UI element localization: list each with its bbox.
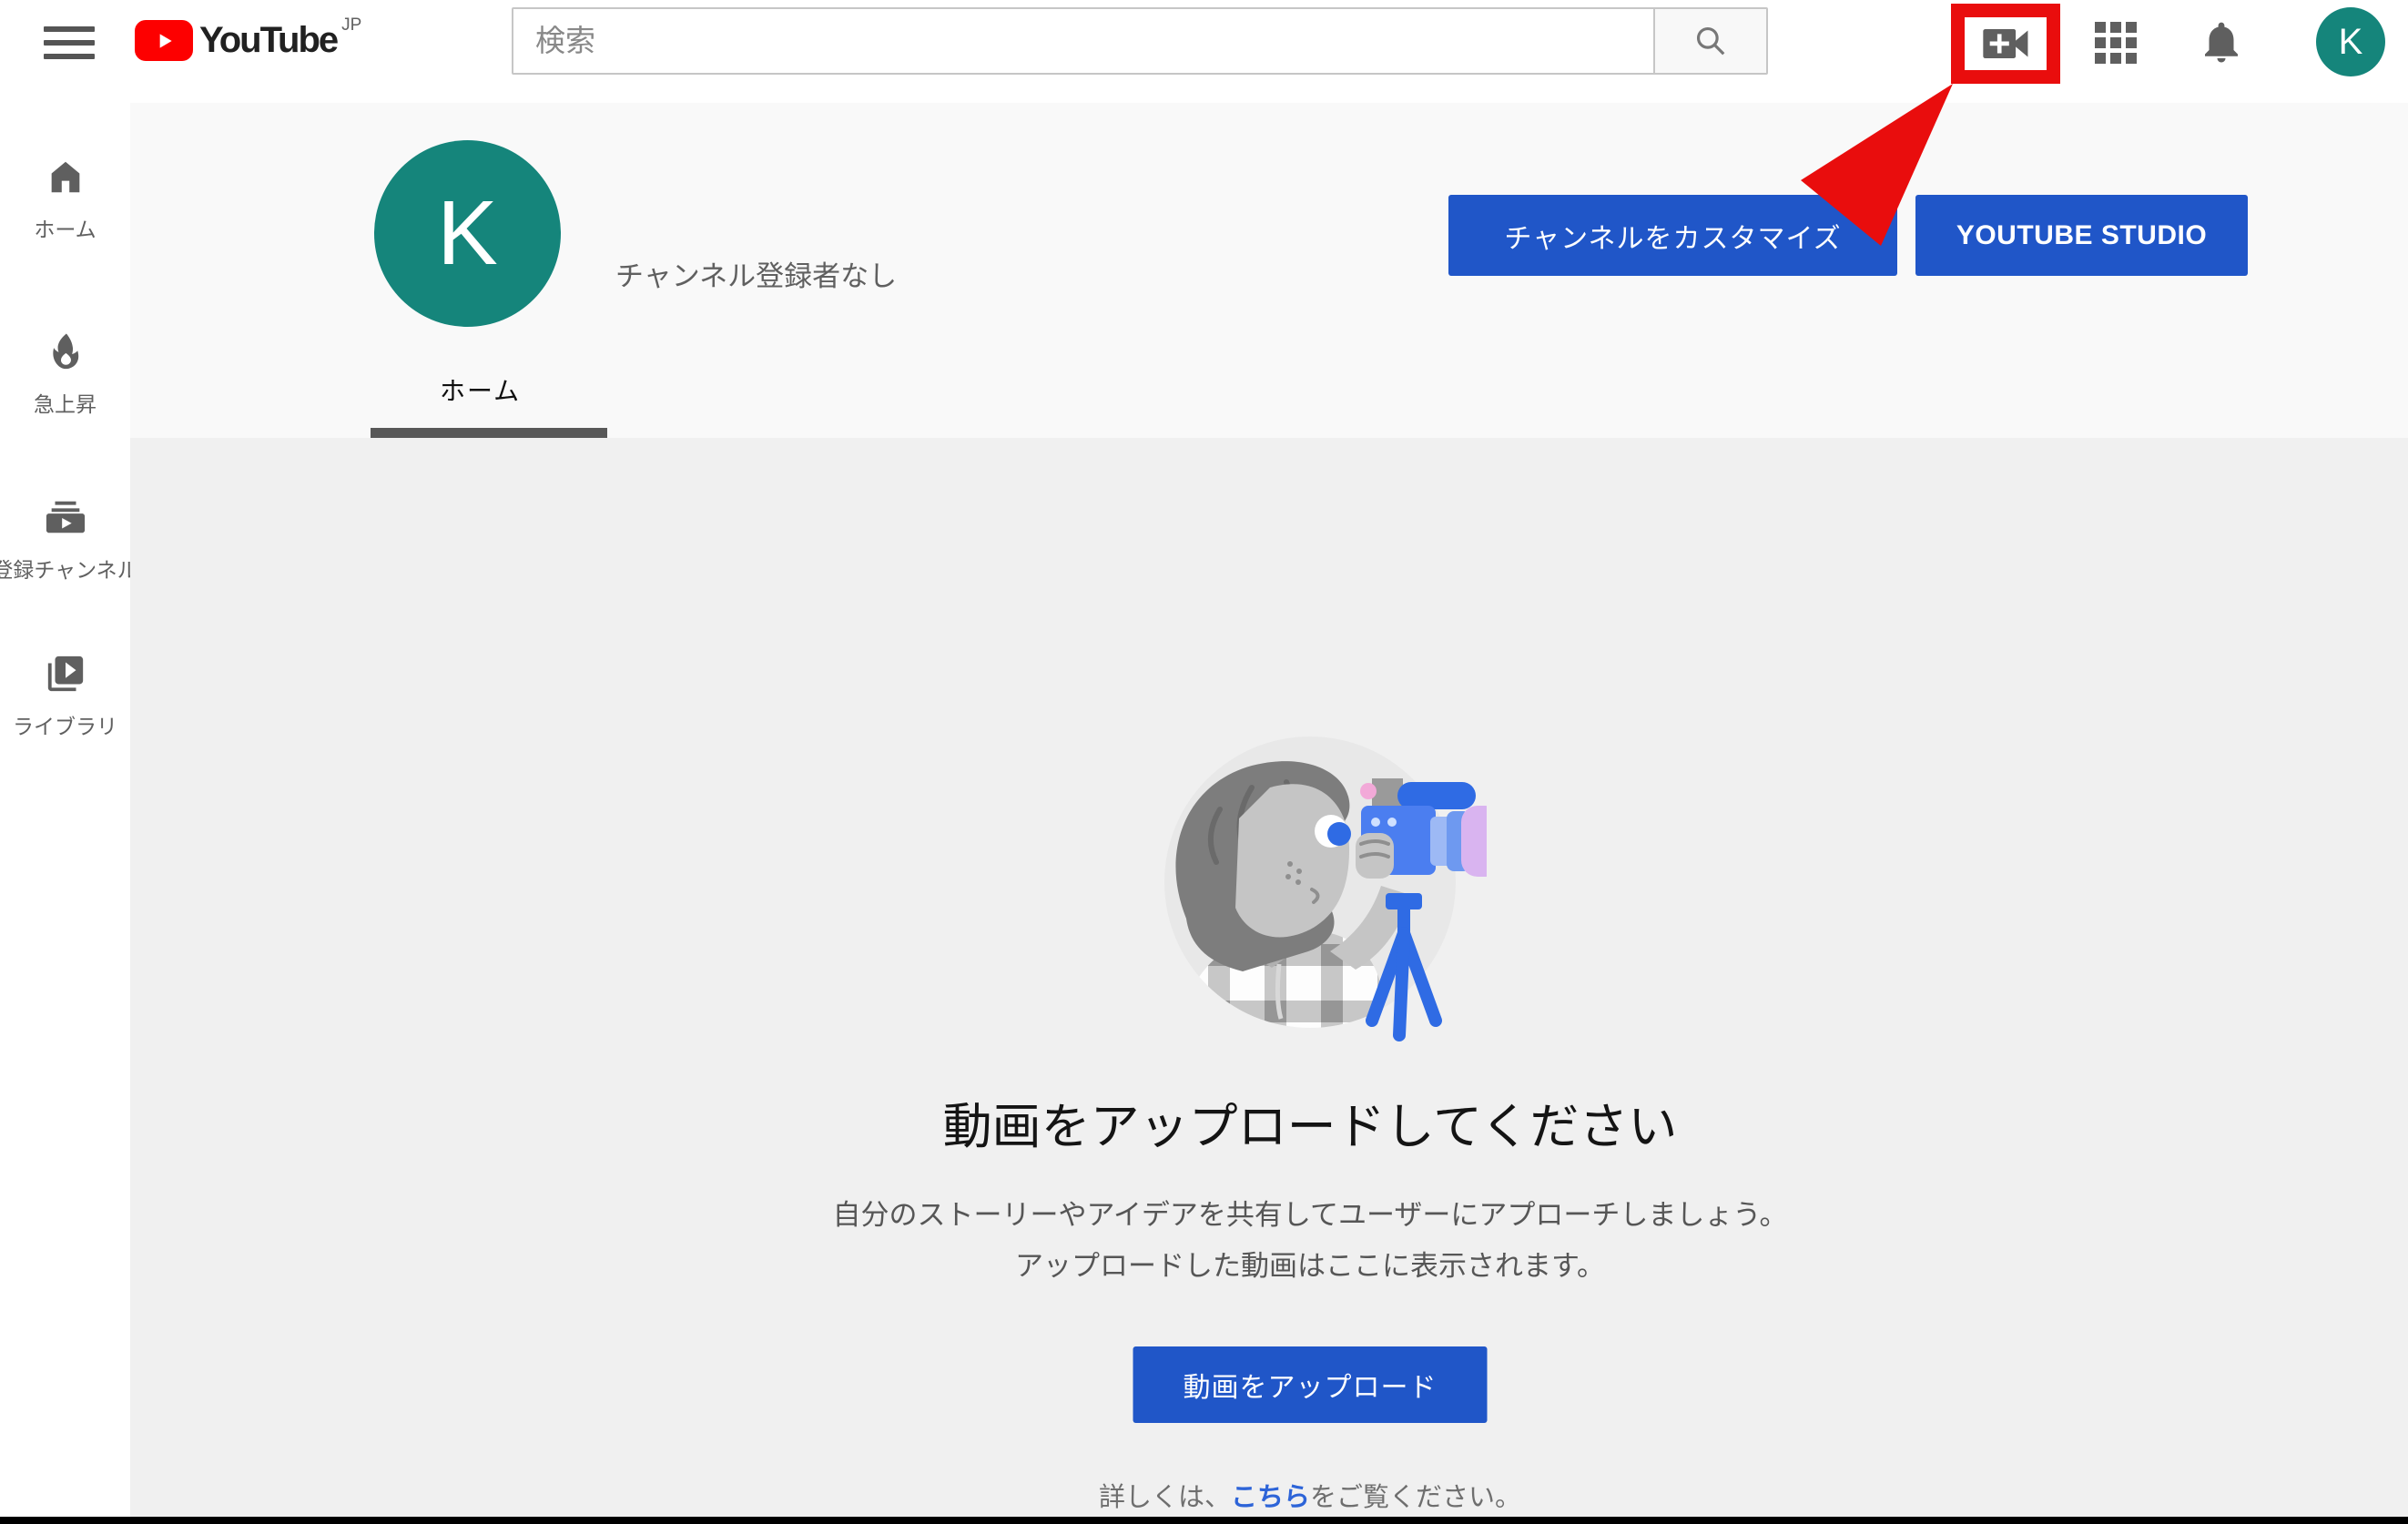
apps-grid-button[interactable] <box>2095 22 2137 64</box>
hamburger-icon <box>44 26 95 32</box>
sidebar-item-trending[interactable]: 急上昇 <box>0 330 130 418</box>
upload-video-button[interactable] <box>1980 25 2031 62</box>
subscriber-status: チャンネル登録者なし <box>615 253 897 294</box>
tab-home[interactable]: ホーム <box>440 371 521 408</box>
annotation-red-box <box>1951 4 2060 84</box>
search-bar <box>512 7 1768 75</box>
youtube-logo-text: YouTube <box>199 18 337 62</box>
bottom-black-bar <box>0 1517 2408 1524</box>
menu-button[interactable] <box>44 26 95 59</box>
youtube-channel-page: YouTube JP <box>0 0 2408 1524</box>
help-text-prefix: 詳しくは、 <box>1099 1483 1231 1512</box>
trending-flame-icon <box>45 330 86 372</box>
apps-grid-icon <box>2095 22 2106 33</box>
sidebar: ホーム 急上昇 登録チャンネル ライブラリ <box>0 103 130 1517</box>
active-tab-indicator <box>371 428 607 438</box>
channel-content: 動画をアップロードしてください 自分のストーリーやアイデアを共有してユーザーにア… <box>130 438 2408 1517</box>
empty-state-description-line1: 自分のストーリーやアイデアを共有してユーザーにアプローチしましょう。 <box>832 1192 1787 1233</box>
account-avatar[interactable]: K <box>2316 7 2385 76</box>
upload-video-cta-button[interactable]: 動画をアップロード <box>1133 1346 1488 1423</box>
logo-region-label: JP <box>341 16 361 34</box>
youtube-play-icon <box>135 20 193 61</box>
help-link[interactable]: こちら <box>1231 1483 1310 1512</box>
sidebar-item-subscriptions[interactable]: 登録チャンネル <box>0 496 130 584</box>
bell-icon <box>2197 15 2246 68</box>
customize-channel-button[interactable]: チャンネルをカスタマイズ <box>1448 195 1897 276</box>
help-text-suffix: をご覧ください。 <box>1310 1483 1521 1512</box>
topbar: YouTube JP <box>0 0 2408 103</box>
home-icon <box>45 156 86 198</box>
notifications-button[interactable] <box>2196 15 2247 68</box>
empty-state-title: 動画をアップロードしてください <box>943 1086 1678 1158</box>
search-input[interactable] <box>512 7 1655 75</box>
channel-header: K チャンネル登録者なし チャンネルをカスタマイズ YOUTUBE STUDIO… <box>130 103 2408 438</box>
youtube-studio-button[interactable]: YOUTUBE STUDIO <box>1915 195 2248 276</box>
search-button[interactable] <box>1653 7 1768 75</box>
video-camera-plus-icon <box>1980 25 2031 62</box>
sidebar-item-home[interactable]: ホーム <box>0 156 130 243</box>
upload-illustration <box>1133 700 1487 1053</box>
empty-state-description-line2: アップロードした動画はここに表示されます。 <box>1015 1243 1605 1284</box>
help-text: 詳しくは、こちらをご覧ください。 <box>1099 1476 1521 1514</box>
channel-avatar: K <box>374 140 561 327</box>
search-icon <box>1693 24 1728 58</box>
subscriptions-icon <box>45 496 86 538</box>
sidebar-item-library[interactable]: ライブラリ <box>0 653 130 740</box>
youtube-logo[interactable]: YouTube JP <box>135 18 361 62</box>
library-icon <box>45 653 86 695</box>
